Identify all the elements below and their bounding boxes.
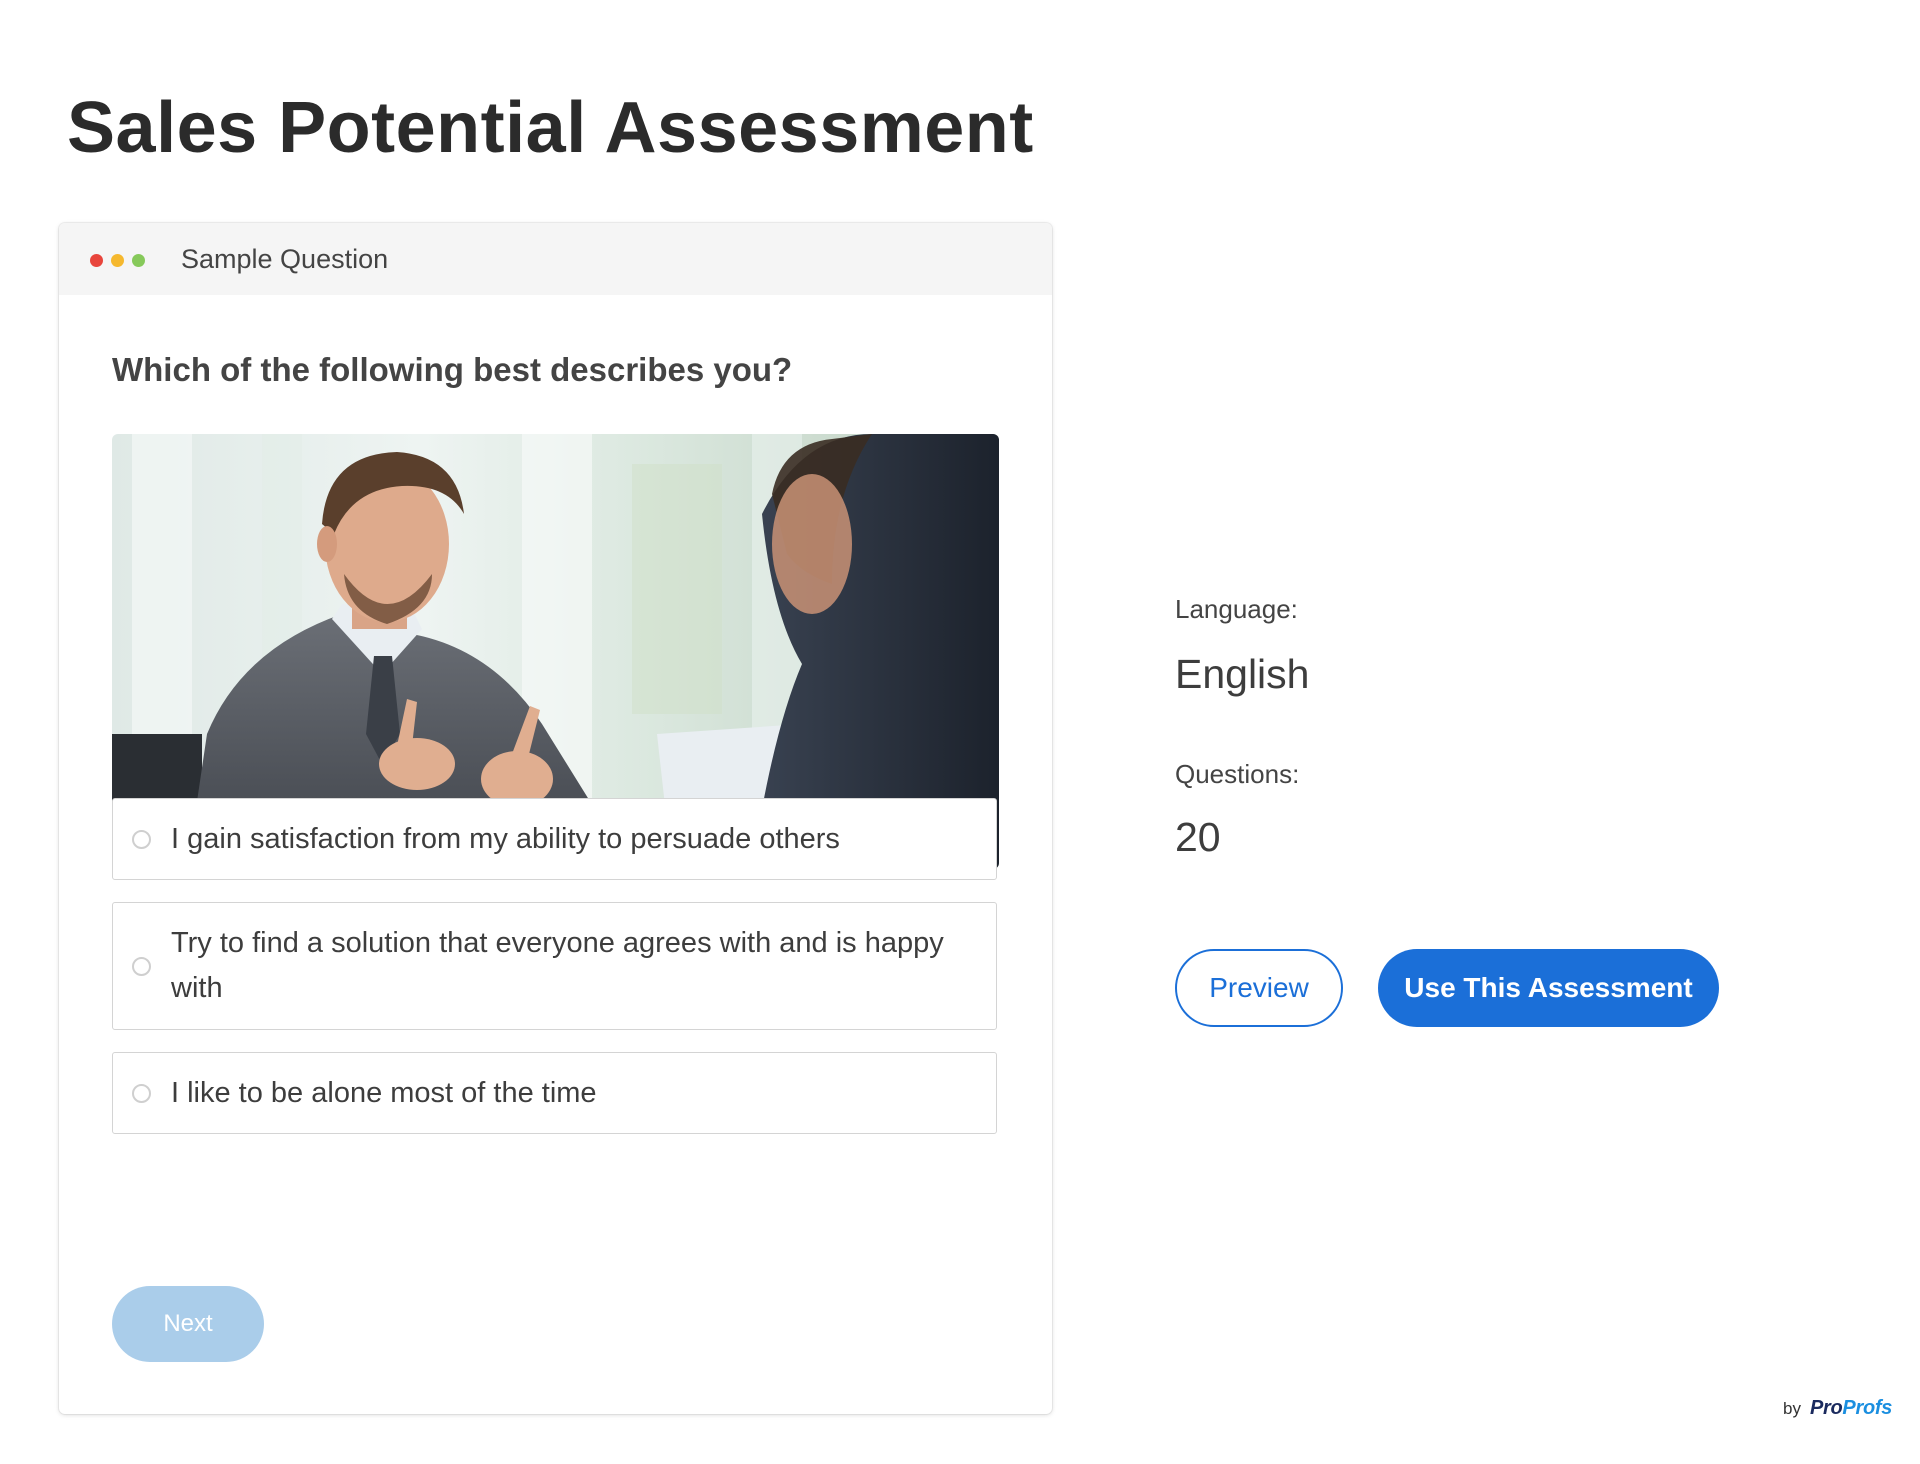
logo-part-profs: Profs	[1842, 1397, 1893, 1419]
maximize-dot-icon	[132, 254, 145, 267]
card-header: Sample Question	[59, 223, 1052, 295]
page-title: Sales Potential Assessment	[67, 88, 1034, 168]
radio-button[interactable]	[132, 956, 151, 976]
answer-option-2[interactable]: Try to find a solution that everyone agr…	[112, 902, 997, 1030]
proprofs-brand[interactable]: by ProProfs	[1783, 1397, 1892, 1420]
answer-option-label: I gain satisfaction from my ability to p…	[171, 822, 840, 855]
answer-option-label: I like to be alone most of the time	[171, 1076, 597, 1109]
brand-by-text: by	[1783, 1399, 1801, 1418]
questions-label: Questions:	[1175, 759, 1300, 789]
sample-question-card: Sample Question Which of the following b…	[59, 223, 1052, 1414]
language-label: Language:	[1175, 594, 1298, 624]
next-button[interactable]: Next	[112, 1286, 264, 1362]
card-header-title: Sample Question	[181, 244, 389, 274]
answer-option-3[interactable]: I like to be alone most of the time	[112, 1052, 997, 1134]
radio-button[interactable]	[132, 829, 151, 849]
question-text: Which of the following best describes yo…	[112, 351, 793, 388]
use-this-assessment-button[interactable]: Use This Assessment	[1378, 949, 1719, 1027]
answer-option-1[interactable]: I gain satisfaction from my ability to p…	[112, 798, 997, 880]
preview-button[interactable]: Preview	[1175, 949, 1343, 1027]
close-dot-icon	[90, 254, 103, 267]
language-value: English	[1175, 651, 1310, 697]
minimize-dot-icon	[111, 254, 124, 267]
window-controls	[90, 254, 145, 267]
radio-button[interactable]	[132, 1083, 151, 1103]
proprofs-logo: ProProfs	[1810, 1397, 1892, 1420]
questions-value: 20	[1175, 814, 1221, 860]
answer-option-label: Try to find a solution that everyone agr…	[171, 927, 944, 1004]
logo-part-pro: Pro	[1809, 1397, 1843, 1419]
